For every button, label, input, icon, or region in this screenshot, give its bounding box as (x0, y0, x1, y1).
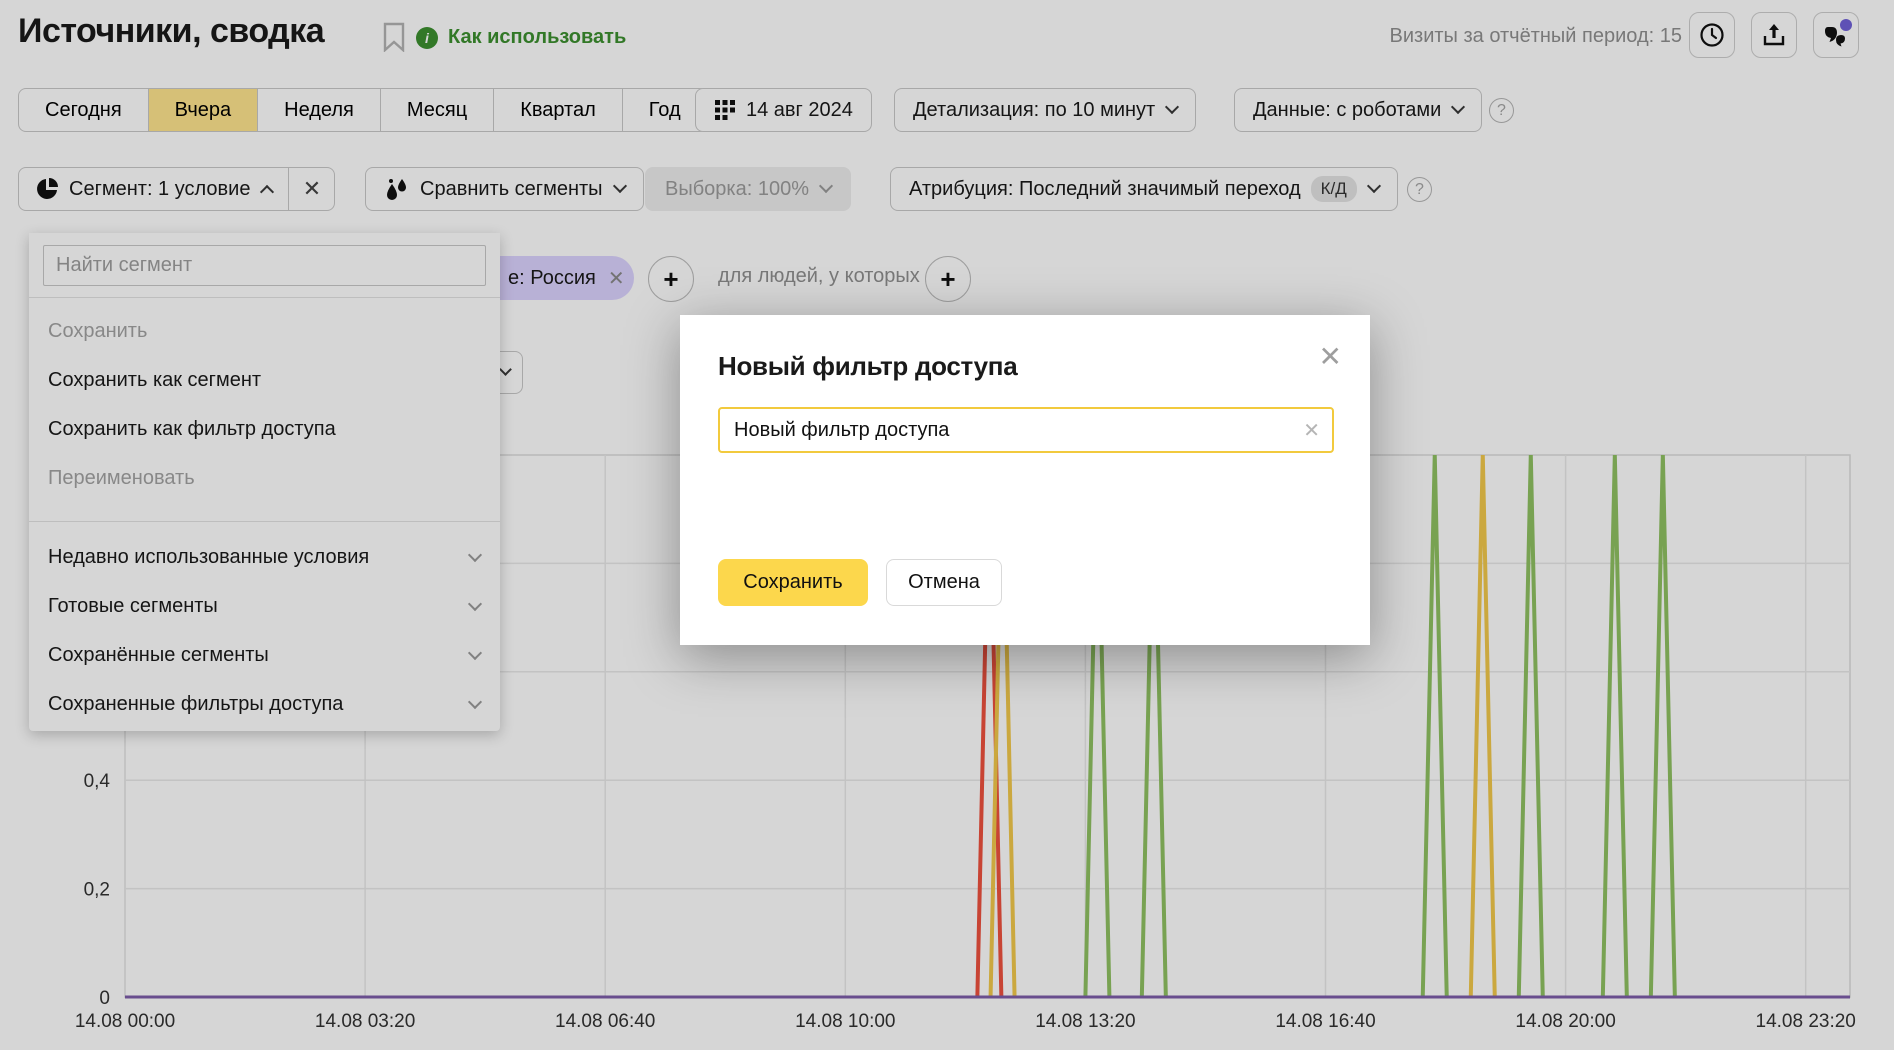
clear-input-icon[interactable]: ✕ (1303, 418, 1320, 443)
save-button[interactable]: Сохранить (718, 559, 868, 606)
filter-name-input[interactable] (718, 407, 1334, 453)
cancel-button[interactable]: Отмена (886, 559, 1002, 606)
new-access-filter-modal: Новый фильтр доступа ✕ ✕ Сохранить Отмен… (680, 315, 1370, 645)
close-icon[interactable]: ✕ (1319, 343, 1342, 371)
yandex-metrica-page: 14.08 00:0014.08 03:2014.08 06:4014.08 1… (0, 0, 1894, 1050)
modal-title: Новый фильтр доступа (718, 351, 1017, 382)
